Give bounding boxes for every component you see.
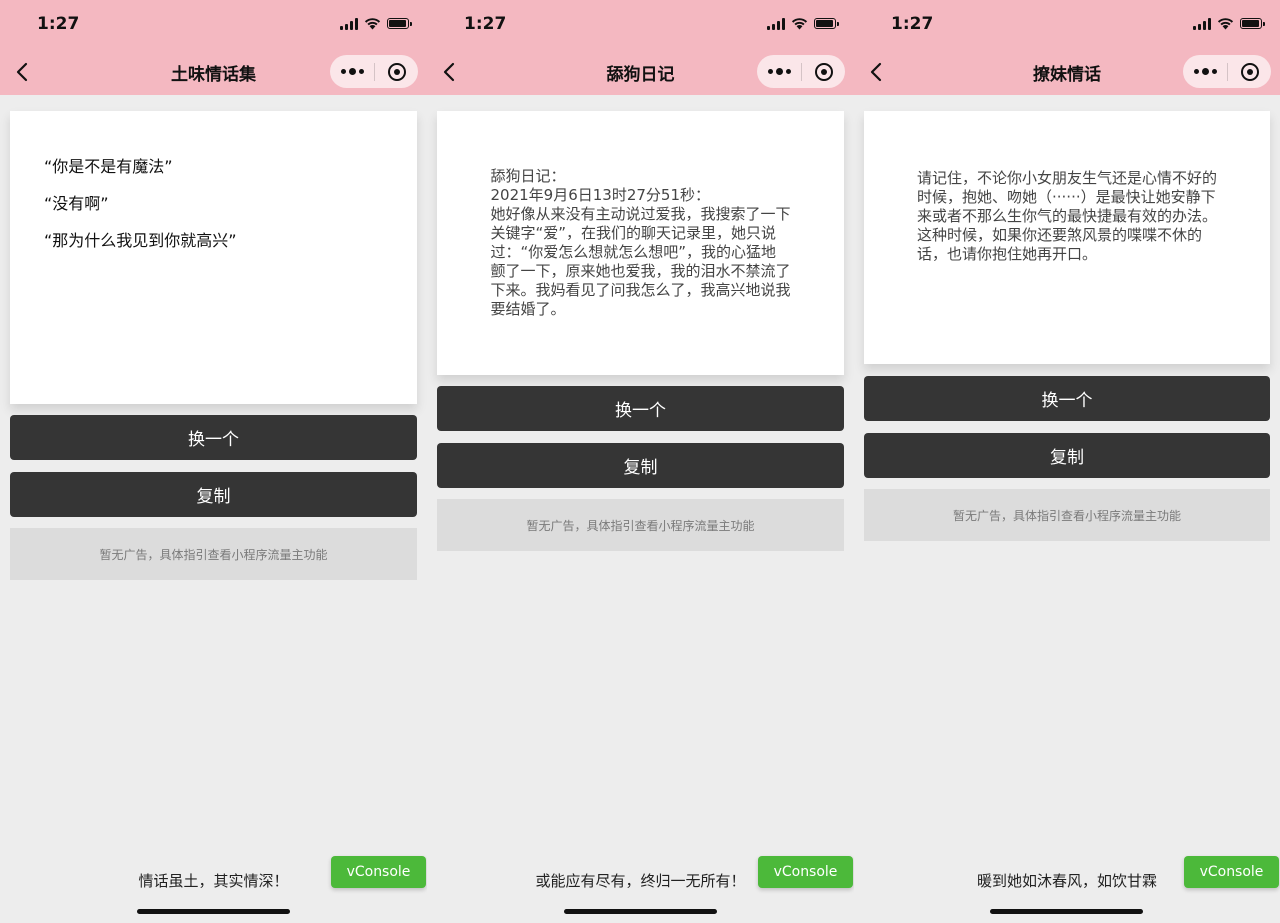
change-button[interactable]: 换一个 — [864, 376, 1270, 421]
more-dots-icon — [1193, 68, 1217, 75]
phone-screen-love-words: 1:27 土味情话集 “你是不是有魔法” “没有啊” “那为什么我见到你就高兴”… — [0, 0, 427, 923]
copy-button[interactable]: 复制 — [10, 472, 417, 517]
more-button[interactable] — [330, 55, 374, 88]
more-button[interactable] — [1183, 55, 1227, 88]
target-circle-icon — [387, 62, 406, 81]
ad-placeholder: 暂无广告，具体指引查看小程序流量主功能 — [864, 489, 1270, 541]
battery-icon — [1240, 18, 1265, 29]
home-indicator — [136, 909, 290, 914]
nav-header: 1:27 舔狗日记 — [427, 0, 854, 95]
dialogue-line: “没有啊” — [44, 194, 109, 213]
mini-program-capsule — [1183, 55, 1271, 88]
home-indicator — [563, 909, 717, 914]
nav-header: 1:27 撩妹情话 — [854, 0, 1280, 95]
target-circle-icon — [1240, 62, 1259, 81]
chevron-left-icon — [870, 62, 882, 82]
wifi-icon — [1217, 18, 1234, 30]
phone-screen-flirt-words: 1:27 撩妹情话 请记住，不论你小女朋友生气还是心情不好的时候，抱她、吻她（·… — [854, 0, 1280, 923]
copy-button[interactable]: 复制 — [864, 433, 1270, 478]
change-button[interactable]: 换一个 — [10, 415, 417, 460]
back-button[interactable] — [12, 58, 32, 86]
battery-icon — [387, 18, 412, 29]
phone-screen-diary: 1:27 舔狗日记 舔狗日记： 2021年9月6日13时27分51秒： 她好像从… — [427, 0, 854, 923]
cellular-signal-icon — [340, 17, 358, 30]
chevron-left-icon — [443, 62, 455, 82]
mini-program-capsule — [757, 55, 845, 88]
content-card: 请记住，不论你小女朋友生气还是心情不好的时候，抱她、吻她（······）是最快让… — [864, 111, 1270, 364]
nav-header: 1:27 土味情话集 — [0, 0, 427, 95]
vconsole-button[interactable]: vConsole — [758, 856, 853, 888]
more-dots-icon — [767, 68, 791, 75]
chevron-left-icon — [16, 62, 28, 82]
back-button[interactable] — [866, 58, 886, 86]
copy-button[interactable]: 复制 — [437, 443, 844, 488]
screenshot-canvas: 1:27 土味情话集 “你是不是有魔法” “没有啊” “那为什么我见到你就高兴”… — [0, 0, 1280, 923]
more-dots-icon — [340, 68, 364, 75]
back-button[interactable] — [439, 58, 459, 86]
more-button[interactable] — [757, 55, 801, 88]
status-icons — [1193, 17, 1265, 30]
status-icons — [767, 17, 839, 30]
dialogue-line: “你是不是有魔法” — [44, 157, 173, 176]
vconsole-button[interactable]: vConsole — [1184, 856, 1279, 888]
diary-text: 舔狗日记： 2021年9月6日13时27分51秒： 她好像从来没有主动说过爱我，… — [490, 167, 791, 318]
close-mini-program-button[interactable] — [375, 55, 418, 88]
change-button[interactable]: 换一个 — [437, 386, 844, 431]
status-icons — [340, 17, 412, 30]
mini-program-capsule — [330, 55, 418, 88]
wifi-icon — [364, 18, 381, 30]
close-mini-program-button[interactable] — [1228, 55, 1271, 88]
status-time: 1:27 — [464, 14, 507, 34]
wifi-icon — [791, 18, 808, 30]
close-mini-program-button[interactable] — [802, 55, 845, 88]
content-card: 舔狗日记： 2021年9月6日13时27分51秒： 她好像从来没有主动说过爱我，… — [437, 111, 844, 375]
ad-placeholder: 暂无广告，具体指引查看小程序流量主功能 — [10, 528, 417, 580]
target-circle-icon — [814, 62, 833, 81]
cellular-signal-icon — [1193, 17, 1211, 30]
content-card: “你是不是有魔法” “没有啊” “那为什么我见到你就高兴” — [10, 111, 417, 404]
flirt-text: 请记住，不论你小女朋友生气还是心情不好的时候，抱她、吻她（······）是最快让… — [917, 169, 1218, 263]
cellular-signal-icon — [767, 17, 785, 30]
status-time: 1:27 — [891, 14, 934, 34]
vconsole-button[interactable]: vConsole — [331, 856, 426, 888]
status-time: 1:27 — [37, 14, 80, 34]
battery-icon — [814, 18, 839, 29]
dialogue-line: “那为什么我见到你就高兴” — [44, 231, 237, 250]
ad-placeholder: 暂无广告，具体指引查看小程序流量主功能 — [437, 499, 844, 551]
home-indicator — [990, 909, 1143, 914]
